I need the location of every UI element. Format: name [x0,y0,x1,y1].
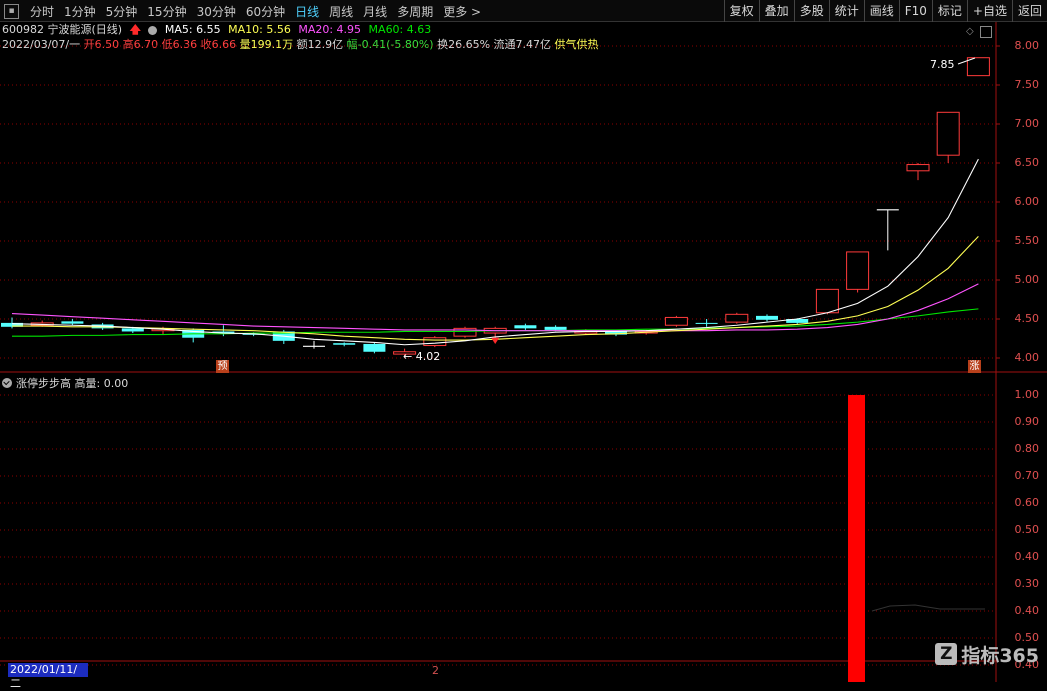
low-price-value: 4.02 [415,350,441,363]
indicator-title[interactable]: 涨停步步高 高量: 0.00 [16,375,128,391]
forecast-marker[interactable]: 预 [216,360,229,373]
maximize-icon[interactable] [980,26,992,38]
indicator-faint-line [871,604,985,612]
price-tick-label: 4.50 [1014,312,1040,325]
diamond-icon[interactable]: ◇ [966,26,974,37]
down-arrow-marker [491,337,500,344]
candle-up [423,337,447,347]
logo-z-icon: Z [935,643,958,665]
candle-down [363,343,386,352]
indicator-tick-label: 0.40 [1014,604,1040,617]
price-tick-label: 7.00 [1014,117,1040,130]
logo-text: 指标365 [961,644,1039,667]
indicator-tick-label: 0.30 [1014,577,1040,590]
timeline-marker: 2 [432,664,439,677]
candle-down [695,322,718,324]
low-price-label: ← 4.02 [403,350,441,363]
candle-up [815,288,839,314]
candle-up [936,111,960,156]
indicator-tick-label: 0.90 [1014,415,1040,428]
indicator-tick-label: 0.40 [1014,550,1040,563]
indicator-tick-label: 0.70 [1014,469,1040,482]
price-tick-label: 6.00 [1014,195,1040,208]
price-tick-label: 5.00 [1014,273,1040,286]
indicator-header: 涨停步步高 高量: 0.00 [2,375,128,391]
price-tick-label: 6.50 [1014,156,1040,169]
indicator-tick-label: 0.60 [1014,496,1040,509]
price-tick-label: 7.50 [1014,78,1040,91]
crosshair-date: 2022/01/11/二 [8,663,88,690]
candle-up [846,251,870,290]
candle-up [725,313,749,323]
indicator-bar [848,395,865,682]
price-tick-label: 4.00 [1014,351,1040,364]
candle-up [906,164,930,172]
price-tick-label: 5.50 [1014,234,1040,247]
candle-down [333,343,356,345]
indicator-settings-icon[interactable] [2,378,12,388]
logo: Z 指标365 [935,642,1039,667]
indicator-tick-label: 0.50 [1014,523,1040,536]
candle-down [514,325,537,329]
limit-up-marker[interactable]: 涨 [968,360,981,373]
candle-up [664,316,688,326]
candle-down [544,326,567,330]
high-price-label: 7.85 [930,58,955,71]
candle-up [966,57,990,77]
ma5-line [11,158,979,346]
kline-chart[interactable] [0,0,1047,682]
price-tick-label: 8.00 [1014,39,1040,52]
candle-down [756,315,778,320]
candle-down [61,321,84,324]
candle-down [121,328,144,332]
indicator-tick-label: 1.00 [1014,388,1040,401]
indicator-tick-label: 0.80 [1014,442,1040,455]
